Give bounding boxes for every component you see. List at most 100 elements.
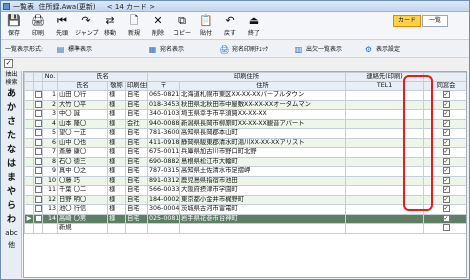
header-print-address[interactable]: 印刷住所: [124, 81, 149, 91]
cell-print-address[interactable]: 自宅: [124, 99, 149, 110]
header-no[interactable]: No.: [42, 72, 58, 82]
cell-address[interactable]: 北海道札幌市東区XX-XX-XXパープルタウン: [179, 90, 347, 101]
cell-title[interactable]: 様: [107, 109, 126, 120]
cell-attend[interactable]: ✓: [423, 156, 466, 167]
row-indicator-cell[interactable]: [24, 137, 34, 148]
cell-zip[interactable]: 566-0033: [147, 185, 181, 196]
attend-checkbox[interactable]: ✓: [442, 110, 450, 117]
row-indicator-cell[interactable]: [24, 156, 34, 167]
cell-zip[interactable]: 781-3600: [147, 128, 181, 139]
cell-tel[interactable]: [345, 223, 425, 234]
row-indicator-cell[interactable]: [24, 128, 34, 139]
toolbar-button-jump[interactable]: ↷ ジャンプ: [75, 14, 99, 38]
toolbar-button-copy[interactable]: ⧉ コピー: [171, 14, 193, 38]
row-checkbox-cell[interactable]: [33, 128, 43, 139]
row-checkbox-cell[interactable]: [33, 166, 43, 177]
cell-print-address[interactable]: 自宅: [124, 156, 149, 167]
toolbar-button-delete[interactable]: ✕ 削除: [147, 14, 169, 38]
row-checkbox[interactable]: [35, 205, 42, 212]
cell-attend[interactable]: ✓: [423, 128, 466, 139]
cell-print-address[interactable]: 自宅: [124, 175, 149, 186]
cell-name[interactable]: 石〇 徳三: [57, 156, 108, 167]
row-indicator-cell[interactable]: ▶: [24, 213, 34, 224]
cell-name[interactable]: 望〇 一正: [57, 128, 108, 139]
cell-print-address[interactable]: 会社: [124, 118, 149, 129]
cell-address[interactable]: 東京都小金井市梶野町: [179, 194, 347, 205]
cell-attend[interactable]: ✓: [423, 185, 466, 196]
cell-address[interactable]: 静岡県駿東郡清水町湯川XX-XX-XXアリスト: [179, 137, 347, 148]
cell-tel[interactable]: [345, 118, 425, 129]
cell-name[interactable]: 高崎 〇男: [57, 213, 108, 224]
row-checkbox-cell[interactable]: [33, 118, 43, 129]
row-checkbox-cell[interactable]: [33, 223, 43, 234]
cell-attend[interactable]: ✓: [423, 137, 466, 148]
cell-address[interactable]: [179, 223, 347, 234]
cell-title[interactable]: 様: [107, 156, 126, 167]
attend-checkbox[interactable]: ✓: [442, 186, 450, 193]
list-view-button[interactable]: 一覧: [422, 15, 448, 27]
toolbar-button-save[interactable]: 💾 保存: [3, 14, 25, 38]
cell-zip[interactable]: 891-0312: [147, 175, 181, 186]
cell-tel[interactable]: [345, 147, 425, 158]
cell-title[interactable]: 様: [107, 194, 126, 205]
row-indicator-cell[interactable]: [24, 175, 34, 186]
cell-name[interactable]: 斎藤 康〇: [57, 147, 108, 158]
cell-title[interactable]: 様: [107, 90, 126, 101]
table-row[interactable]: ▶ 14 高崎 〇男様自宅 025-0081 岩手県花巻市台神町 ✓: [24, 213, 466, 224]
row-checkbox[interactable]: [35, 129, 42, 136]
header-address[interactable]: 住所: [179, 81, 347, 91]
kana-index-item[interactable]: ま: [2, 171, 21, 185]
cell-attend[interactable]: [423, 223, 466, 234]
cell-tel[interactable]: [345, 166, 425, 177]
table-row[interactable]: 新規: [24, 223, 466, 234]
cell-attend[interactable]: ✓: [423, 204, 466, 215]
cell-title[interactable]: 様: [107, 185, 126, 196]
attend-checkbox[interactable]: ✓: [442, 176, 450, 184]
kana-index-item[interactable]: は: [2, 157, 21, 171]
cell-print-address[interactable]: 自宅: [124, 194, 149, 205]
table-row[interactable]: 13 池〇 行信様自宅 306-0004 茨城県古河市雷電町 ✓: [24, 204, 466, 215]
table-row[interactable]: 7 斎藤 康〇様自宅 675-0011 兵庫県加古川市野口町北野 ✓: [24, 147, 466, 158]
row-checkbox-cell[interactable]: [33, 185, 43, 196]
cell-name[interactable]: 中〇 誠: [57, 109, 108, 120]
row-indicator-cell[interactable]: [24, 118, 34, 129]
table-row[interactable]: 11 千葉 〇二様自宅 566-0033 大阪府摂津市学園町 ✓: [24, 185, 466, 196]
table-row[interactable]: 1 山田 〇行様自宅 065-0821 北海道札幌市東区XX-XX-XXパープルタウン…: [24, 90, 466, 101]
kana-index-item[interactable]: あ: [2, 87, 21, 101]
table-row[interactable]: 2 大竹 〇平様自宅 018-3453 秋田県北秋田市中屋敷XX-XX-XXオータムマ…: [24, 99, 466, 110]
cell-tel[interactable]: [345, 175, 425, 186]
select-all-checkbox[interactable]: ✓: [4, 59, 13, 68]
cell-title[interactable]: 様: [107, 137, 126, 148]
row-checkbox-cell[interactable]: [33, 156, 43, 167]
cell-name[interactable]: 山本 隆〇: [57, 118, 108, 129]
table-row[interactable]: 3 中〇 誠様自宅 340-0103 埼玉県幸手市平須賀XX-XX-XX ✓: [24, 109, 466, 120]
row-indicator-cell[interactable]: [24, 90, 34, 101]
cell-zip[interactable]: 787-0315: [147, 166, 181, 177]
row-checkbox-cell[interactable]: [33, 137, 43, 148]
attend-checkbox[interactable]: ✓: [442, 119, 450, 127]
header-attend[interactable]: 同窓会: [423, 81, 466, 91]
kana-index-item[interactable]: さ: [2, 115, 21, 129]
cell-print-address[interactable]: 自宅: [124, 204, 149, 215]
row-checkbox[interactable]: [35, 119, 42, 127]
cell-address[interactable]: 大阪府摂津市学園町: [179, 185, 347, 196]
cell-attend[interactable]: ✓: [423, 175, 466, 186]
cell-print-address[interactable]: 自宅: [124, 128, 149, 139]
table-row[interactable]: 9 真中 〇之様自宅 787-0315 高知県土佐清水市足摺岬 ✓: [24, 166, 466, 177]
view-attendance-button[interactable]: ▥ 出欠一覧表示: [293, 44, 342, 55]
row-checkbox[interactable]: [35, 186, 42, 193]
cell-zip[interactable]: 065-0821: [147, 90, 181, 101]
attend-checkbox[interactable]: ✓: [442, 148, 450, 155]
cell-name[interactable]: 千葉 〇二: [57, 185, 108, 196]
cell-zip[interactable]: [147, 223, 181, 234]
cell-title[interactable]: 様: [107, 147, 126, 158]
row-checkbox-cell[interactable]: [33, 213, 43, 224]
cell-tel[interactable]: [345, 90, 425, 101]
cell-zip[interactable]: 306-0004: [147, 204, 181, 215]
table-row[interactable]: 12 日野 明〇様自宅 184-0002 東京都小金井市梶野町 ✓: [24, 194, 466, 205]
cell-address[interactable]: 島根県松江市大輪町: [179, 156, 347, 167]
cell-tel[interactable]: [345, 204, 425, 215]
cell-address[interactable]: 岩手県花巻市台神町: [179, 213, 347, 224]
cell-zip[interactable]: 411-0918: [147, 137, 181, 148]
row-indicator-cell[interactable]: [24, 166, 34, 177]
